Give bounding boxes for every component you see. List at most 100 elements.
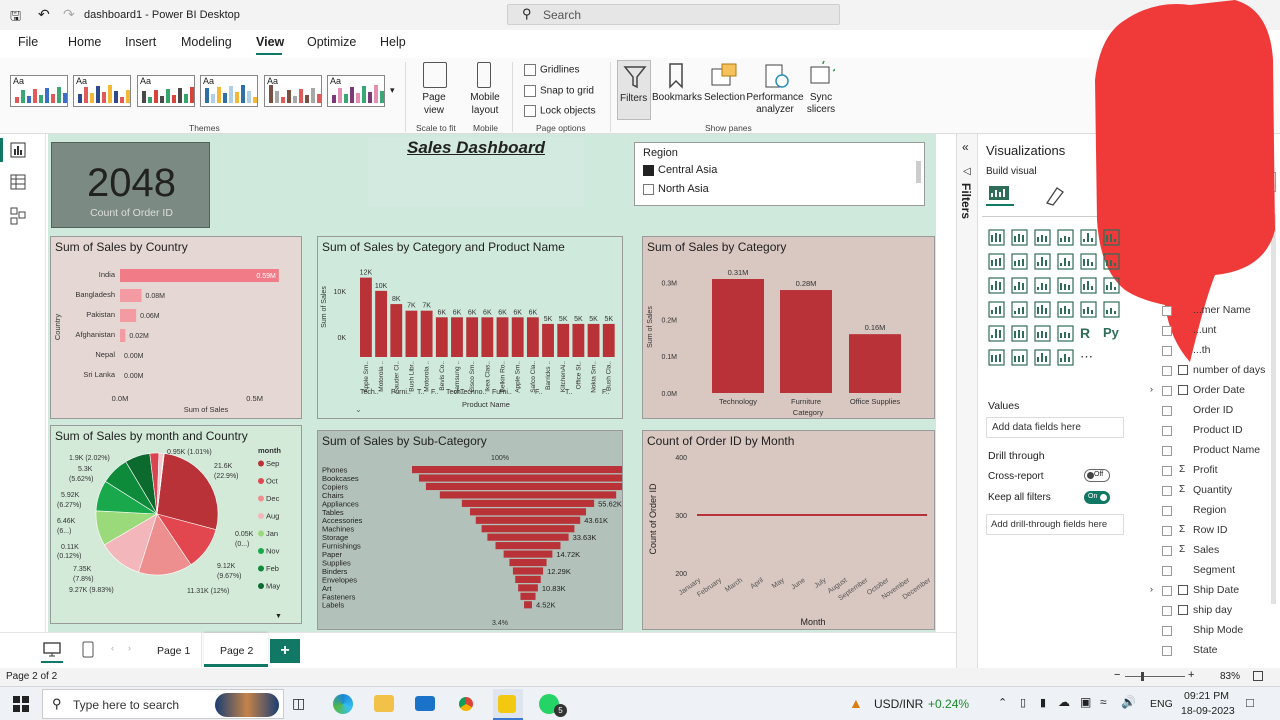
region-slicer[interactable]: Region Central Asia North Asia [634, 142, 925, 206]
visual-icon[interactable]: ⋯ [1080, 349, 1097, 366]
themes-scroll-icon[interactable]: ▾ [390, 85, 395, 96]
field-item[interactable]: ...th [1150, 344, 1270, 360]
field-checkbox[interactable] [1162, 526, 1172, 536]
tray-battery-icon[interactable]: ▮ [1040, 696, 1046, 709]
field-item[interactable]: number of days [1150, 364, 1270, 380]
model-view-icon[interactable] [10, 207, 26, 225]
expand-filters-icon[interactable]: « [962, 140, 969, 154]
key-influencers-icon[interactable] [1034, 325, 1051, 342]
decomposition-tree-icon[interactable] [1057, 325, 1074, 342]
stacked-column-icon[interactable] [1011, 229, 1028, 246]
clock-date[interactable]: 18-09-2023 [1181, 705, 1235, 717]
theme-swatch-6[interactable]: Aa [327, 75, 385, 107]
pie-chart[interactable]: Sum of Sales by month and Country 0.95K … [50, 425, 302, 624]
field-checkbox[interactable] [1162, 346, 1172, 356]
selection-button[interactable]: Selection [704, 92, 745, 103]
values-well[interactable]: Add data fields here [986, 417, 1124, 438]
field-checkbox[interactable] [1162, 306, 1172, 316]
field-item[interactable]: ...unt [1150, 324, 1270, 340]
performance-button[interactable]: Performance analyzer [746, 92, 804, 116]
task-view-icon[interactable]: ◫ [292, 695, 305, 712]
dashboard-title-box[interactable]: Sales Dashboard [368, 137, 584, 207]
cross-report-toggle[interactable]: Off [1084, 469, 1110, 482]
clustered-bar-icon[interactable] [1034, 229, 1051, 246]
100-bar-icon[interactable] [1080, 229, 1097, 246]
add-page-button[interactable]: + [270, 639, 300, 663]
edge-icon[interactable] [333, 694, 353, 714]
kpi-card[interactable]: 2048 Count of Order ID [51, 142, 210, 228]
windows-start-icon[interactable] [13, 696, 29, 712]
field-item[interactable]: State [1150, 644, 1270, 660]
page-view-button[interactable]: Page view [414, 91, 454, 117]
gauge-visual-icon[interactable] [988, 301, 1005, 318]
search-box[interactable]: ⚲ Search [507, 4, 840, 25]
qa-visual-icon[interactable]: R [1080, 325, 1097, 342]
language-indicator[interactable]: ENG [1150, 698, 1173, 710]
lock-checkbox[interactable]: Lock objects [524, 105, 596, 117]
card-visual-icon[interactable] [1011, 301, 1028, 318]
slicer-visual-icon[interactable] [1057, 301, 1074, 318]
keep-filters-toggle[interactable]: On [1084, 491, 1110, 504]
sync-slicers-button[interactable]: Sync slicers [804, 92, 838, 116]
tab-page-1[interactable]: Page 1 [142, 633, 202, 667]
country-chart[interactable]: Sum of Sales by Country India 0.59M Bangla… [50, 236, 302, 419]
tray-wifi-icon[interactable]: ≈ [1100, 695, 1107, 709]
field-item[interactable]: Product Name [1150, 444, 1270, 460]
slicer-scrollbar[interactable] [916, 161, 921, 183]
table-visual-icon[interactable] [1080, 301, 1097, 318]
menu-file[interactable]: File [18, 35, 38, 49]
field-item[interactable]: Σ Quantity [1150, 484, 1270, 500]
slicer-item-central-asia[interactable]: Central Asia [643, 164, 717, 176]
build-visual-tab[interactable] [986, 182, 1014, 206]
donut-chart-icon[interactable] [1034, 277, 1051, 294]
field-item[interactable]: Σ Sales [1150, 544, 1270, 560]
funnel-chart-icon[interactable] [1103, 253, 1120, 270]
field-checkbox[interactable] [1162, 446, 1172, 456]
mail-icon[interactable] [415, 696, 435, 711]
taskbar-search[interactable]: ⚲ Type here to search [42, 689, 284, 719]
mobile-layout-button[interactable]: Mobile layout [464, 91, 506, 117]
waterfall-chart-icon[interactable] [1080, 253, 1097, 270]
matrix-visual-icon[interactable] [1103, 301, 1120, 318]
table-view-icon[interactable] [10, 174, 26, 190]
redo-icon[interactable]: ↷ [63, 6, 75, 23]
filled-map-icon[interactable] [1080, 277, 1097, 294]
power-apps-icon[interactable] [1011, 349, 1028, 366]
tab-page-2[interactable]: Page 2 [204, 633, 268, 667]
stacked-bar-icon[interactable] [988, 229, 1005, 246]
zoom-thumb[interactable] [1141, 672, 1144, 681]
phone-view-icon[interactable] [82, 641, 94, 658]
tray-cloud-icon[interactable]: ☁ [1058, 695, 1070, 709]
field-item[interactable]: Region [1150, 504, 1270, 520]
field-checkbox[interactable] [1162, 326, 1172, 336]
theme-swatch-4[interactable]: Aa [200, 75, 258, 107]
clustered-column-icon[interactable] [1057, 229, 1074, 246]
product-chart[interactable]: Sum of Sales by Category and Product Nam… [317, 236, 623, 419]
save-icon[interactable]: 🖫 [10, 7, 21, 29]
next-page-icon[interactable]: › [128, 643, 131, 653]
notifications-icon[interactable]: □ [1246, 695, 1254, 710]
field-checkbox[interactable] [1162, 586, 1172, 596]
field-checkbox[interactable] [1162, 506, 1172, 516]
menu-help[interactable]: Help [380, 35, 406, 49]
filters-pane-button[interactable]: Filters [617, 60, 651, 120]
category-chart[interactable]: Sum of Sales by Category 0.31M Technology… [642, 236, 935, 419]
line-column-icon[interactable] [1034, 253, 1051, 270]
field-checkbox[interactable] [1162, 566, 1172, 576]
stacked-area-icon[interactable] [1011, 253, 1028, 270]
bookmarks-button[interactable]: Bookmarks [652, 92, 702, 103]
field-checkbox[interactable] [1162, 406, 1172, 416]
desktop-view-icon[interactable] [43, 642, 61, 658]
gridlines-checkbox[interactable]: Gridlines [524, 64, 579, 76]
field-item[interactable]: › Ship Date [1150, 584, 1270, 600]
field-item[interactable]: Order ID [1150, 404, 1270, 420]
field-checkbox[interactable] [1162, 606, 1172, 616]
zoom-out-icon[interactable]: − [1114, 669, 1120, 681]
ribbon-chart-icon[interactable] [1057, 253, 1074, 270]
field-item[interactable]: Σ Row ID [1150, 524, 1270, 540]
field-checkbox[interactable] [1162, 426, 1172, 436]
funnel-chart[interactable]: Sum of Sales by Sub-Category 100% Phones B… [317, 430, 623, 630]
field-checkbox[interactable] [1162, 466, 1172, 476]
field-checkbox[interactable] [1162, 646, 1172, 656]
prev-page-icon[interactable]: ‹ [111, 643, 114, 653]
